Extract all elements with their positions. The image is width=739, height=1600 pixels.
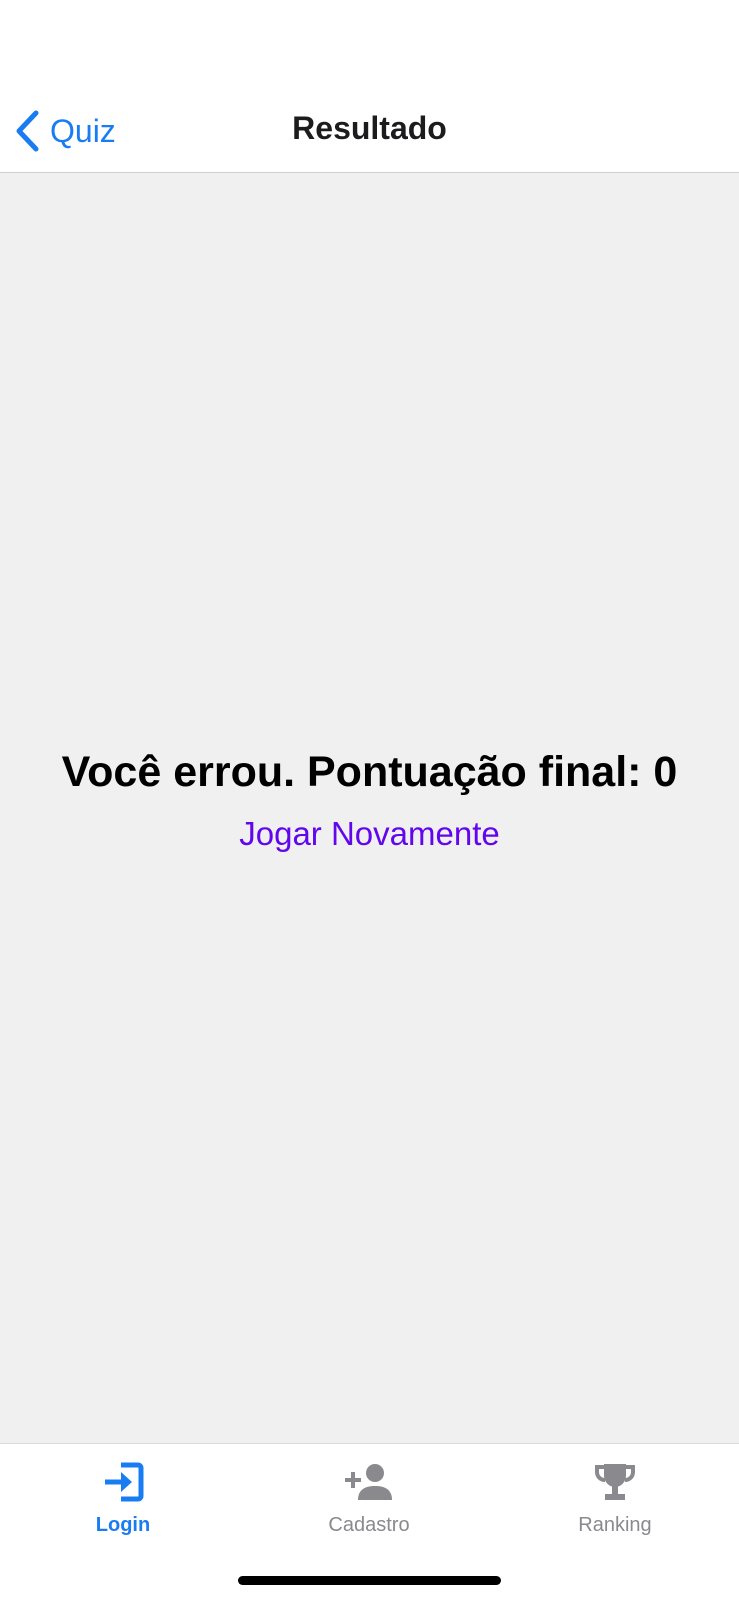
tab-login-label: Login bbox=[95, 1514, 151, 1536]
add-user-icon bbox=[344, 1458, 394, 1506]
login-icon bbox=[101, 1458, 145, 1506]
tab-login[interactable]: Login bbox=[23, 1458, 223, 1558]
tab-cadastro[interactable]: Cadastro bbox=[269, 1458, 469, 1558]
play-again-button[interactable]: Jogar Novamente bbox=[239, 815, 499, 852]
result-content: Você errou. Pontuação final: 0 Jogar Nov… bbox=[0, 173, 739, 1443]
tab-bar: Login Cadastro Ranking bbox=[0, 1443, 739, 1600]
trophy-icon bbox=[594, 1458, 636, 1506]
page-title: Resultado bbox=[292, 110, 447, 146]
screen: Quiz Resultado Você errou. Pontuação fin… bbox=[0, 0, 739, 1600]
tab-ranking[interactable]: Ranking bbox=[515, 1458, 715, 1558]
navigation-header: Quiz Resultado bbox=[0, 0, 739, 173]
result-message: Você errou. Pontuação final: 0 bbox=[61, 748, 678, 796]
home-indicator bbox=[238, 1576, 501, 1585]
tab-ranking-label: Ranking bbox=[578, 1514, 652, 1536]
tab-cadastro-label: Cadastro bbox=[328, 1514, 410, 1536]
play-again-container: Jogar Novamente bbox=[0, 815, 739, 853]
